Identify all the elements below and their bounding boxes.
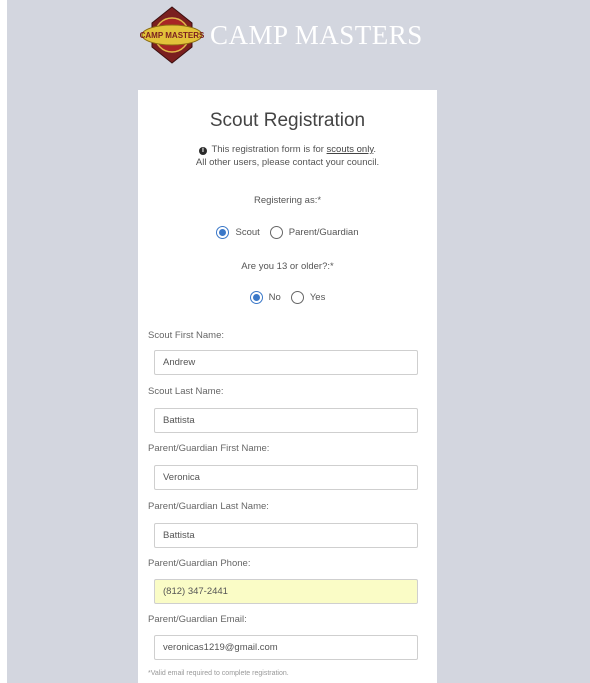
radio-option-parent-guardian[interactable]: Parent/Guardian (269, 226, 359, 239)
registration-card: Scout Registration i This registration f… (138, 90, 437, 683)
emblem-text: CAMP MASTERS (140, 31, 204, 40)
scout-first-name-label: Scout First Name: (148, 330, 225, 341)
notice-period: . (373, 144, 377, 155)
radio-yes-label: Yes (309, 292, 326, 303)
parent-email-input[interactable] (154, 635, 418, 660)
radio-no[interactable] (249, 291, 263, 304)
age-question-label: Are you 13 or older?:* (241, 261, 334, 272)
page-title: Scout Registration (209, 110, 366, 131)
radio-scout-label: Scout (235, 227, 260, 238)
parent-phone-label: Parent/Guardian Phone: (148, 558, 251, 569)
header-logo: CAMP MASTERS CAMP MASTERS (140, 4, 423, 66)
radio-option-scout[interactable]: Scout (216, 226, 260, 239)
registering-as-radio-group: Scout Parent/Guardian (138, 226, 437, 239)
radio-scout[interactable] (216, 226, 230, 239)
parent-last-name-input[interactable] (154, 523, 418, 548)
parent-email-label: Parent/Guardian Email: (148, 614, 247, 625)
notice-prefix: This registration form is for (211, 144, 324, 155)
radio-option-yes[interactable]: Yes (290, 291, 326, 304)
camp-masters-emblem-icon: CAMP MASTERS (140, 5, 204, 65)
radio-option-no[interactable]: No (249, 291, 281, 304)
parent-phone-input[interactable] (154, 579, 418, 604)
registering-as-label: Registering as:* (253, 195, 322, 206)
age-radio-group: No Yes (138, 291, 437, 304)
parent-last-name-label: Parent/Guardian Last Name: (148, 501, 269, 512)
radio-parent-guardian[interactable] (269, 226, 283, 239)
parent-first-name-input[interactable] (154, 465, 418, 490)
scout-first-name-input[interactable] (154, 350, 418, 375)
scout-last-name-label: Scout Last Name: (148, 386, 224, 397)
scouts-only-link[interactable]: scouts only (327, 144, 374, 155)
registration-notice: i This registration form is for scouts o… (138, 143, 437, 169)
notice-line2: All other users, please contact your cou… (195, 157, 380, 168)
radio-no-label: No (268, 292, 281, 303)
email-required-note: *Valid email required to complete regist… (148, 670, 289, 677)
parent-first-name-label: Parent/Guardian First Name: (148, 443, 270, 454)
radio-parent-guardian-label: Parent/Guardian (288, 227, 359, 238)
brand-name: CAMP MASTERS (210, 19, 423, 50)
scout-last-name-input[interactable] (154, 408, 418, 433)
info-icon: i (198, 147, 207, 155)
radio-yes[interactable] (290, 291, 304, 304)
